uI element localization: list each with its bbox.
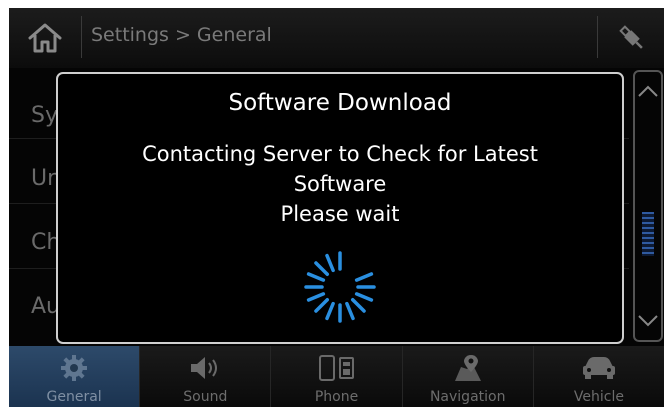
tab-label: Sound: [183, 389, 228, 405]
tab-label: Navigation: [429, 389, 506, 405]
dialog-message: Contacting Server to Check for Latest So…: [88, 139, 592, 229]
dialog-title: Software Download: [228, 90, 452, 116]
car-icon: [582, 357, 615, 379]
scroll-down-button[interactable]: [635, 306, 661, 336]
spinner-segment: [354, 292, 374, 302]
usb-status-button[interactable]: [599, 8, 664, 68]
dialog-message-line: Please wait: [280, 202, 400, 226]
header-bar: Settings > General: [9, 8, 664, 68]
chevron-up-icon: [638, 85, 658, 97]
tab-phone[interactable]: Phone: [271, 346, 403, 407]
tab-vehicle[interactable]: Vehicle: [533, 346, 664, 407]
chevron-down-icon: [638, 315, 658, 327]
spinner-segment: [314, 297, 330, 313]
spinner-segment: [306, 272, 326, 282]
scroll-up-button[interactable]: [635, 76, 661, 106]
scrollbar[interactable]: [633, 70, 663, 342]
spinner-segment: [354, 272, 374, 282]
header-divider: [81, 16, 82, 58]
usb-icon: [618, 25, 643, 49]
tab-label: Phone: [314, 389, 359, 405]
dialog-message-line: Software: [293, 172, 387, 196]
tab-label: General: [46, 389, 102, 405]
tab-navigation[interactable]: Navigation: [402, 346, 534, 407]
spinner-segment: [350, 297, 366, 313]
bottom-tab-bar: General Sound Phone Navigation Vehicle: [9, 346, 664, 407]
spinner-segment: [345, 301, 355, 321]
home-icon: [28, 23, 62, 53]
spinner-segment: [314, 261, 330, 277]
scroll-thumb[interactable]: [642, 212, 654, 256]
map-pin-icon: [454, 355, 481, 381]
software-download-dialog: Software Download Contacting Server to C…: [56, 72, 624, 344]
header-divider: [597, 16, 598, 58]
settings-list-item[interactable]: Sy: [31, 103, 58, 128]
spinner-segment: [325, 301, 335, 321]
loading-spinner-icon: [304, 251, 376, 323]
home-button[interactable]: [9, 8, 81, 68]
tab-label: Vehicle: [573, 389, 624, 405]
phone-icon: [318, 355, 354, 381]
breadcrumb: Settings > General: [91, 24, 272, 46]
settings-list-item[interactable]: Ur: [31, 166, 56, 191]
spinner-segment: [306, 292, 326, 302]
tab-sound[interactable]: Sound: [140, 346, 272, 407]
speaker-icon: [191, 357, 218, 379]
gear-icon: [61, 355, 88, 381]
head-unit-screen: Settings > General Sy Ur Ch Au General S…: [9, 8, 664, 407]
dialog-message-line: Contacting Server to Check for Latest: [142, 142, 538, 166]
tab-general[interactable]: General: [9, 346, 141, 407]
spinner-segment: [325, 253, 335, 273]
